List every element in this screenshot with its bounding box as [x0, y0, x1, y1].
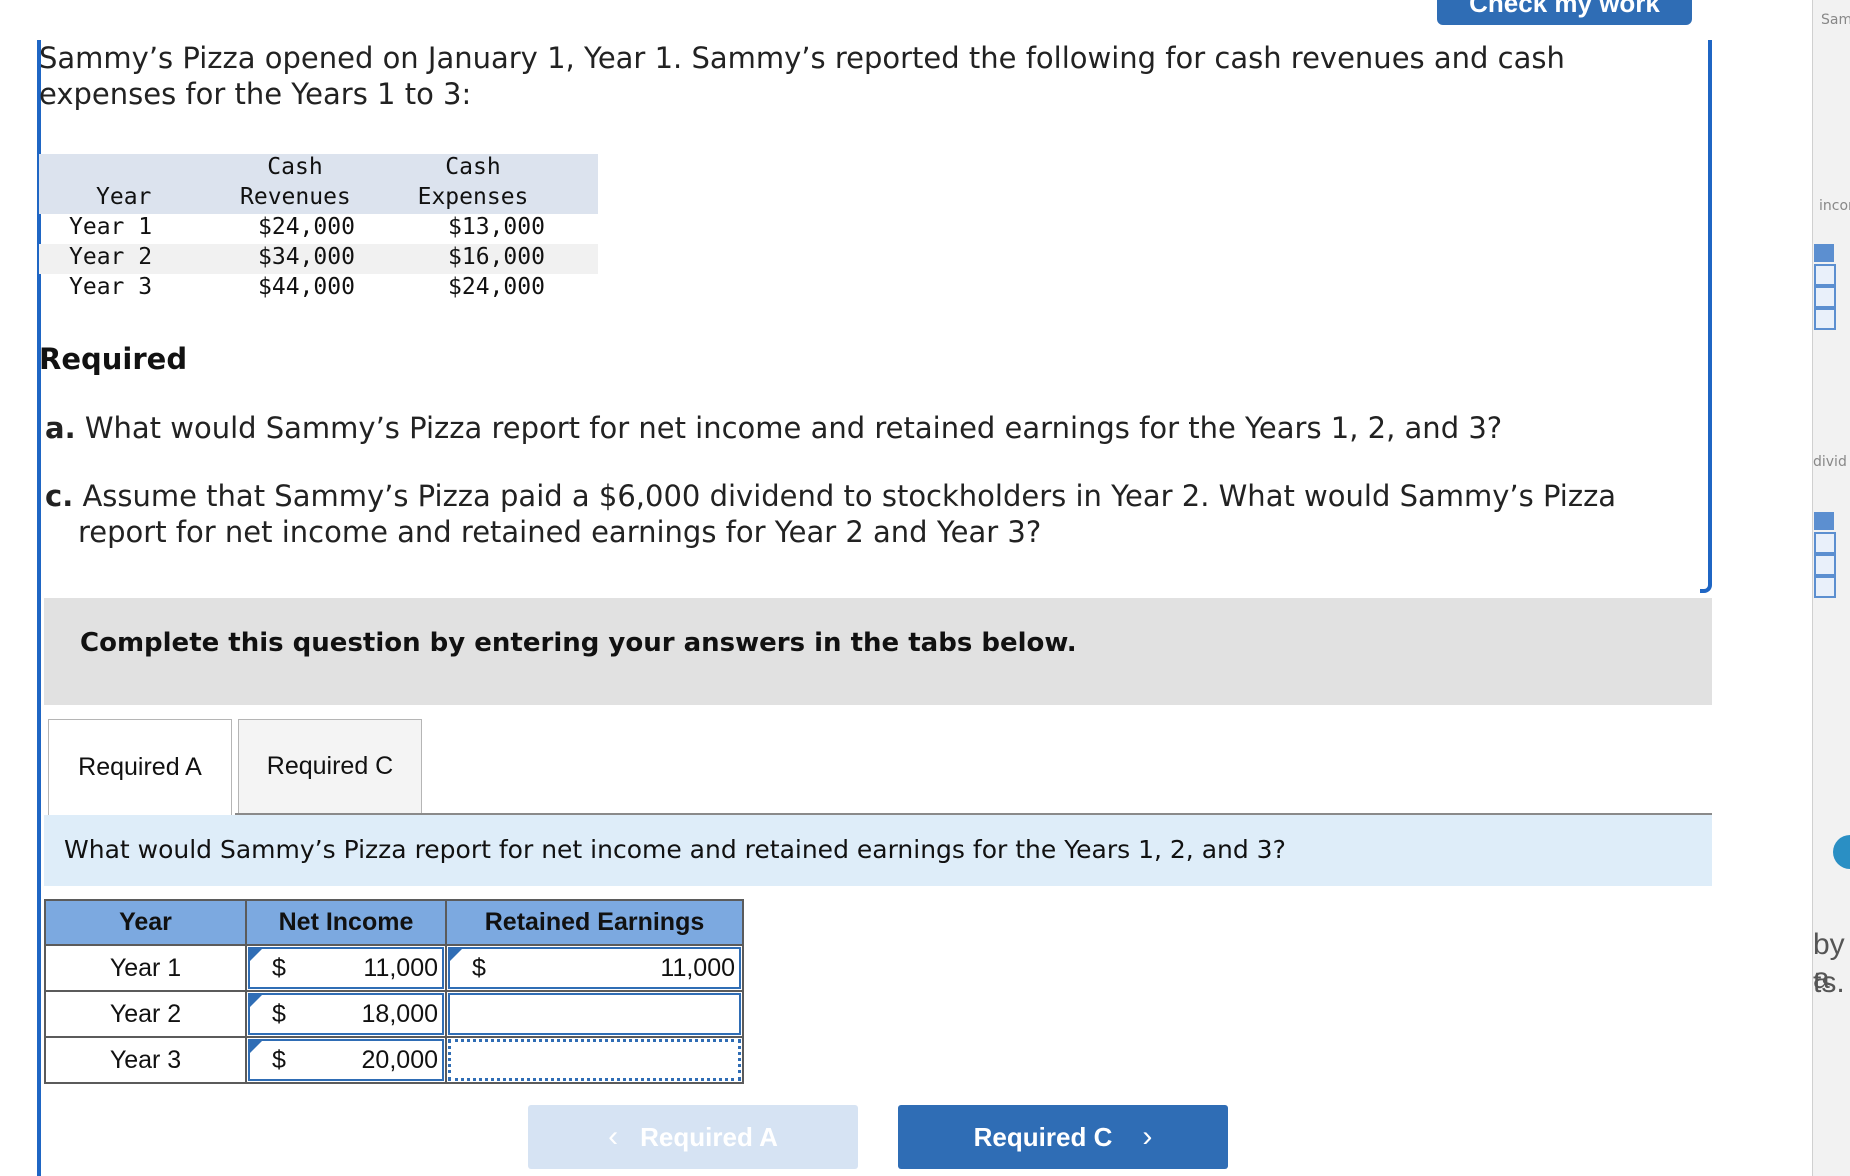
net-income-input[interactable]: $ 18,000: [248, 993, 444, 1035]
side-input: [1814, 554, 1836, 576]
cash-table-row: Year 3 $44,000 $24,000: [39, 274, 598, 304]
answer-table: Year Net Income Retained Earnings Year 1…: [44, 899, 744, 1084]
net-income-input[interactable]: $ 20,000: [248, 1039, 444, 1081]
row-revenues: $24,000: [258, 214, 355, 240]
header-expenses-bottom: Expenses: [417, 184, 529, 210]
row-expenses: $16,000: [448, 244, 545, 270]
answer-header-retained-earnings: Retained Earnings: [445, 899, 744, 946]
chevron-left-icon: ‹: [608, 1120, 619, 1153]
side-panel: Sam incor divid by a ts.: [1812, 0, 1850, 1176]
question-text: What would Sammy’s Pizza report for net …: [64, 835, 1286, 864]
input-marker: [250, 949, 262, 961]
net-income-value: 11,000: [363, 953, 438, 982]
prev-tab-label: Required A: [640, 1121, 778, 1152]
next-tab-label: Required C: [973, 1121, 1113, 1152]
row-expenses: $24,000: [448, 274, 545, 300]
row-revenues: $34,000: [258, 244, 355, 270]
cash-table-row: Year 2 $34,000 $16,000: [39, 244, 598, 274]
net-income-value: 18,000: [361, 999, 438, 1028]
net-income-input[interactable]: $ 11,000: [248, 947, 444, 989]
side-accent: [1814, 244, 1834, 262]
side-text: incor: [1819, 198, 1850, 214]
gear-icon: [1833, 835, 1850, 869]
retained-earnings-value: 11,000: [660, 953, 735, 982]
header-year: Year: [96, 184, 152, 210]
table-row: Year 2 $ 18,000: [44, 990, 744, 1038]
row-year: Year 2: [69, 244, 153, 270]
instructions-text: Complete this question by entering your …: [80, 628, 1077, 658]
answer-header-row: Year Net Income Retained Earnings: [44, 899, 744, 946]
retained-earnings-input-focused[interactable]: [448, 1039, 741, 1081]
answer-header-net-income: Net Income: [245, 899, 447, 946]
question-band: What would Sammy’s Pizza report for net …: [44, 815, 1712, 886]
table-row: Year 3 $ 20,000: [44, 1036, 744, 1084]
required-c-letter: c.: [45, 479, 74, 513]
required-a-text: a. What would Sammy’s Pizza report for n…: [45, 410, 1705, 446]
required-c-body: Assume that Sammy’s Pizza paid a $6,000 …: [78, 479, 1617, 549]
prev-tab-button[interactable]: ‹ Required A: [528, 1105, 858, 1169]
row-year: Year 1: [69, 214, 153, 240]
side-input: [1814, 286, 1836, 308]
required-c-text: c. Assume that Sammy’s Pizza paid a $6,0…: [45, 478, 1705, 550]
row-revenues: $44,000: [258, 274, 355, 300]
side-input: [1814, 264, 1836, 286]
side-accent: [1814, 512, 1834, 530]
problem-intro: Sammy’s Pizza opened on January 1, Year …: [39, 41, 1565, 111]
chevron-right-icon: ›: [1142, 1120, 1153, 1153]
retained-earnings-input[interactable]: [448, 993, 741, 1035]
side-text: ts.: [1813, 966, 1845, 999]
answer-year: Year 2: [44, 990, 247, 1038]
side-text: Sam: [1821, 12, 1850, 28]
next-tab-button[interactable]: Required C ›: [898, 1105, 1228, 1169]
cash-table-header: Year Cash Revenues Cash Expenses: [39, 154, 598, 214]
cash-data-table: Year Cash Revenues Cash Expenses Year 1 …: [39, 154, 598, 304]
side-input: [1814, 308, 1836, 330]
cash-table-row: Year 1 $24,000 $13,000: [39, 214, 598, 244]
instructions-box: Complete this question by entering your …: [44, 598, 1712, 705]
row-year: Year 3: [69, 274, 153, 300]
required-a-body: What would Sammy’s Pizza report for net …: [84, 411, 1503, 445]
tab-required-a[interactable]: Required A: [48, 719, 232, 815]
check-my-work-button[interactable]: Check my work: [1437, 0, 1692, 25]
retained-earnings-input[interactable]: $ 11,000: [448, 947, 741, 989]
side-text: divid: [1813, 454, 1847, 470]
answer-year: Year 1: [44, 944, 247, 992]
net-income-value: 20,000: [361, 1045, 438, 1074]
answer-year: Year 3: [44, 1036, 247, 1084]
input-marker: [450, 949, 462, 961]
required-heading: Required: [39, 342, 188, 376]
answer-header-year: Year: [44, 899, 247, 946]
header-revenues-top: Cash: [267, 154, 323, 180]
input-marker: [250, 995, 262, 1007]
required-a-letter: a.: [45, 411, 76, 445]
tab-required-c[interactable]: Required C: [238, 719, 422, 814]
header-expenses-top: Cash: [445, 154, 501, 180]
row-expenses: $13,000: [448, 214, 545, 240]
header-revenues-bottom: Revenues: [240, 184, 351, 210]
input-marker: [250, 1041, 262, 1053]
side-input: [1814, 532, 1836, 554]
side-input: [1814, 576, 1836, 598]
table-row: Year 1 $ 11,000 $ 11,000: [44, 944, 744, 992]
